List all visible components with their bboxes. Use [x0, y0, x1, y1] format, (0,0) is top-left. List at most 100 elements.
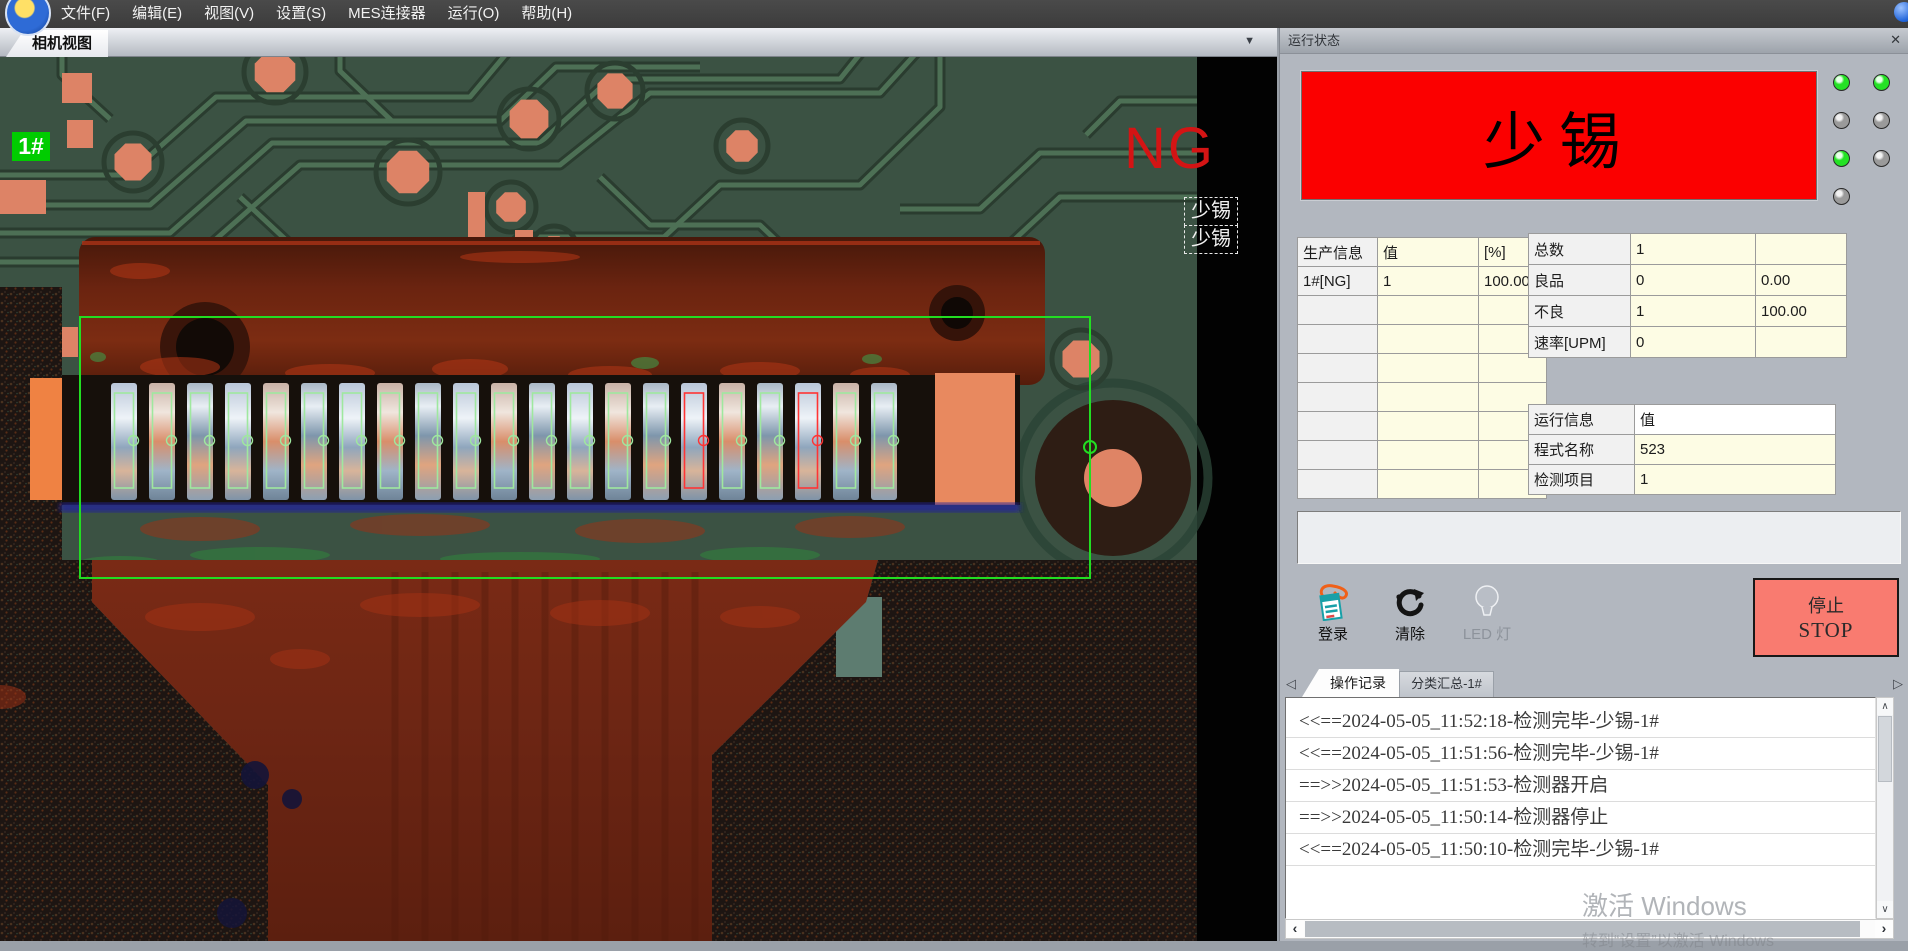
login-button[interactable]: 登录 — [1303, 583, 1363, 644]
cell-value: 0 — [1631, 327, 1756, 358]
operation-log-list[interactable]: <<==2024-05-05_11:52:18-检测完毕-少锡-1# <<==2… — [1285, 697, 1876, 919]
table-row-empty — [1298, 441, 1547, 470]
table-row-empty — [1298, 470, 1547, 499]
scroll-down-icon[interactable]: ∨ — [1877, 901, 1893, 918]
tab-classification-summary[interactable]: 分类汇总-1# — [1399, 671, 1494, 697]
cell-empty — [1298, 441, 1378, 470]
cell-value: 1 — [1635, 465, 1836, 495]
cell-empty — [1378, 325, 1479, 354]
scrollbar-thumb[interactable] — [1878, 716, 1892, 782]
stop-button[interactable]: 停止 STOP — [1753, 578, 1899, 657]
cell-empty — [1298, 325, 1378, 354]
menu-view[interactable]: 视图(V) — [193, 0, 265, 28]
scroll-left-icon[interactable]: ‹ — [1286, 920, 1304, 938]
menu-mes-connector[interactable]: MES连接器 — [337, 0, 437, 28]
menu-bar: 文件(F) 编辑(E) 视图(V) 设置(S) MES连接器 运行(O) 帮助(… — [0, 0, 1908, 28]
cell-value: 1 — [1631, 296, 1756, 327]
run-info-table: 运行信息 值 程式名称 523 检测项目 1 — [1528, 404, 1836, 495]
menu-edit[interactable]: 编辑(E) — [121, 0, 193, 28]
log-entry: <<==2024-05-05_11:51:56-检测完毕-少锡-1# — [1286, 738, 1875, 770]
cell-station: 1#[NG] — [1298, 267, 1378, 296]
camera-number-badge: 1# — [12, 132, 50, 161]
log-horizontal-scrollbar[interactable]: ‹ › — [1285, 919, 1894, 939]
production-info-table: 生产信息 值 [%] 1#[NG] 1 100.00 — [1297, 237, 1547, 499]
cell-label: 良品 — [1529, 265, 1631, 296]
log-vertical-scrollbar[interactable]: ∧ ∨ — [1876, 697, 1894, 919]
table-row-empty — [1298, 383, 1547, 412]
cell-label: 不良 — [1529, 296, 1631, 327]
connector-body — [79, 237, 1045, 392]
badge-icon — [1303, 583, 1363, 621]
scroll-right-icon[interactable]: › — [1875, 920, 1893, 938]
status-leds — [1833, 74, 1890, 205]
status-led-green — [1833, 74, 1850, 91]
column-header: 生产信息 — [1298, 238, 1378, 267]
led-lamp-button[interactable]: LED 灯 — [1457, 583, 1517, 644]
camera-view-area: 1# NG 少锡 少锡 — [0, 57, 1277, 941]
chevron-down-icon[interactable]: ▼ — [1244, 35, 1255, 47]
led-lamp-icon — [1457, 583, 1517, 621]
table-row: 不良 1 100.00 — [1529, 296, 1847, 327]
copper-octagon-pad — [597, 73, 632, 108]
stop-label-en: STOP — [1799, 618, 1854, 643]
alarm-display: 少锡 — [1301, 71, 1817, 200]
tab-operation-log[interactable]: 操作记录 — [1302, 669, 1399, 697]
cell-empty — [1378, 354, 1479, 383]
statistics-table: 总数 1 良品 0 0.00 不良 1 100.00 速率[UPM] 0 — [1528, 233, 1847, 358]
cell-percent — [1756, 234, 1847, 265]
table-row: 总数 1 — [1529, 234, 1847, 265]
cell-value: 1 — [1631, 234, 1756, 265]
copper-octagon-pad — [496, 192, 526, 222]
copper-octagon-pad — [1063, 341, 1100, 378]
status-led-gray — [1833, 112, 1850, 129]
cell-empty — [1298, 354, 1378, 383]
column-header: 运行信息 — [1529, 405, 1635, 435]
fiducial-target — [1035, 400, 1191, 556]
clear-button[interactable]: 清除 — [1380, 583, 1440, 644]
table-row-empty — [1298, 296, 1547, 325]
cell-value: 0 — [1631, 265, 1756, 296]
cell-empty — [1298, 470, 1378, 499]
column-header: 值 — [1635, 405, 1836, 435]
clear-label: 清除 — [1380, 623, 1440, 644]
cell-empty — [1378, 383, 1479, 412]
status-led-green — [1873, 74, 1890, 91]
stop-label-zh: 停止 — [1808, 592, 1844, 618]
table-header-row: 运行信息 值 — [1529, 405, 1836, 435]
panel-title-bar: 运行状态 ✕ — [1280, 28, 1908, 54]
cell-empty — [1378, 412, 1479, 441]
table-row-empty — [1298, 354, 1547, 383]
table-row: 速率[UPM] 0 — [1529, 327, 1847, 358]
copper-octagon-pad — [115, 144, 152, 181]
led-lamp-label: LED 灯 — [1457, 623, 1517, 644]
close-icon[interactable]: ✕ — [1890, 32, 1901, 48]
cell-empty — [1378, 296, 1479, 325]
copper-octagon-pad — [510, 100, 549, 139]
copper-octagon-pad — [726, 130, 757, 161]
log-entry: <<==2024-05-05_11:50:10-检测完毕-少锡-1# — [1286, 834, 1875, 866]
clear-icon — [1380, 583, 1440, 621]
menu-file[interactable]: 文件(F) — [50, 0, 121, 28]
log-entry: <<==2024-05-05_11:52:18-检测完毕-少锡-1# — [1286, 706, 1875, 738]
cell-label: 速率[UPM] — [1529, 327, 1631, 358]
table-row: 检测项目 1 — [1529, 465, 1836, 495]
menu-help[interactable]: 帮助(H) — [510, 0, 583, 28]
table-row-empty — [1298, 412, 1547, 441]
defect-label: 少锡 — [1184, 197, 1238, 226]
tab-scroll-right-icon[interactable]: ▷ — [1893, 676, 1903, 692]
tray-status-icon — [1894, 2, 1908, 22]
cell-percent — [1756, 327, 1847, 358]
status-led-gray — [1873, 112, 1890, 129]
menu-run[interactable]: 运行(O) — [437, 0, 511, 28]
tab-scroll-left-icon[interactable]: ◁ — [1286, 676, 1296, 692]
table-row-empty — [1298, 325, 1547, 354]
alarm-text: 少锡 — [1483, 91, 1635, 181]
scroll-up-icon[interactable]: ∧ — [1877, 698, 1893, 715]
menu-settings[interactable]: 设置(S) — [265, 0, 337, 28]
cell-empty — [1378, 441, 1479, 470]
status-led-gray — [1873, 150, 1890, 167]
cell-percent: 0.00 — [1756, 265, 1847, 296]
table-row: 良品 0 0.00 — [1529, 265, 1847, 296]
log-entry: ==>>2024-05-05_11:51:53-检测器开启 — [1286, 770, 1875, 802]
scrollbar-thumb[interactable] — [1305, 921, 1860, 937]
